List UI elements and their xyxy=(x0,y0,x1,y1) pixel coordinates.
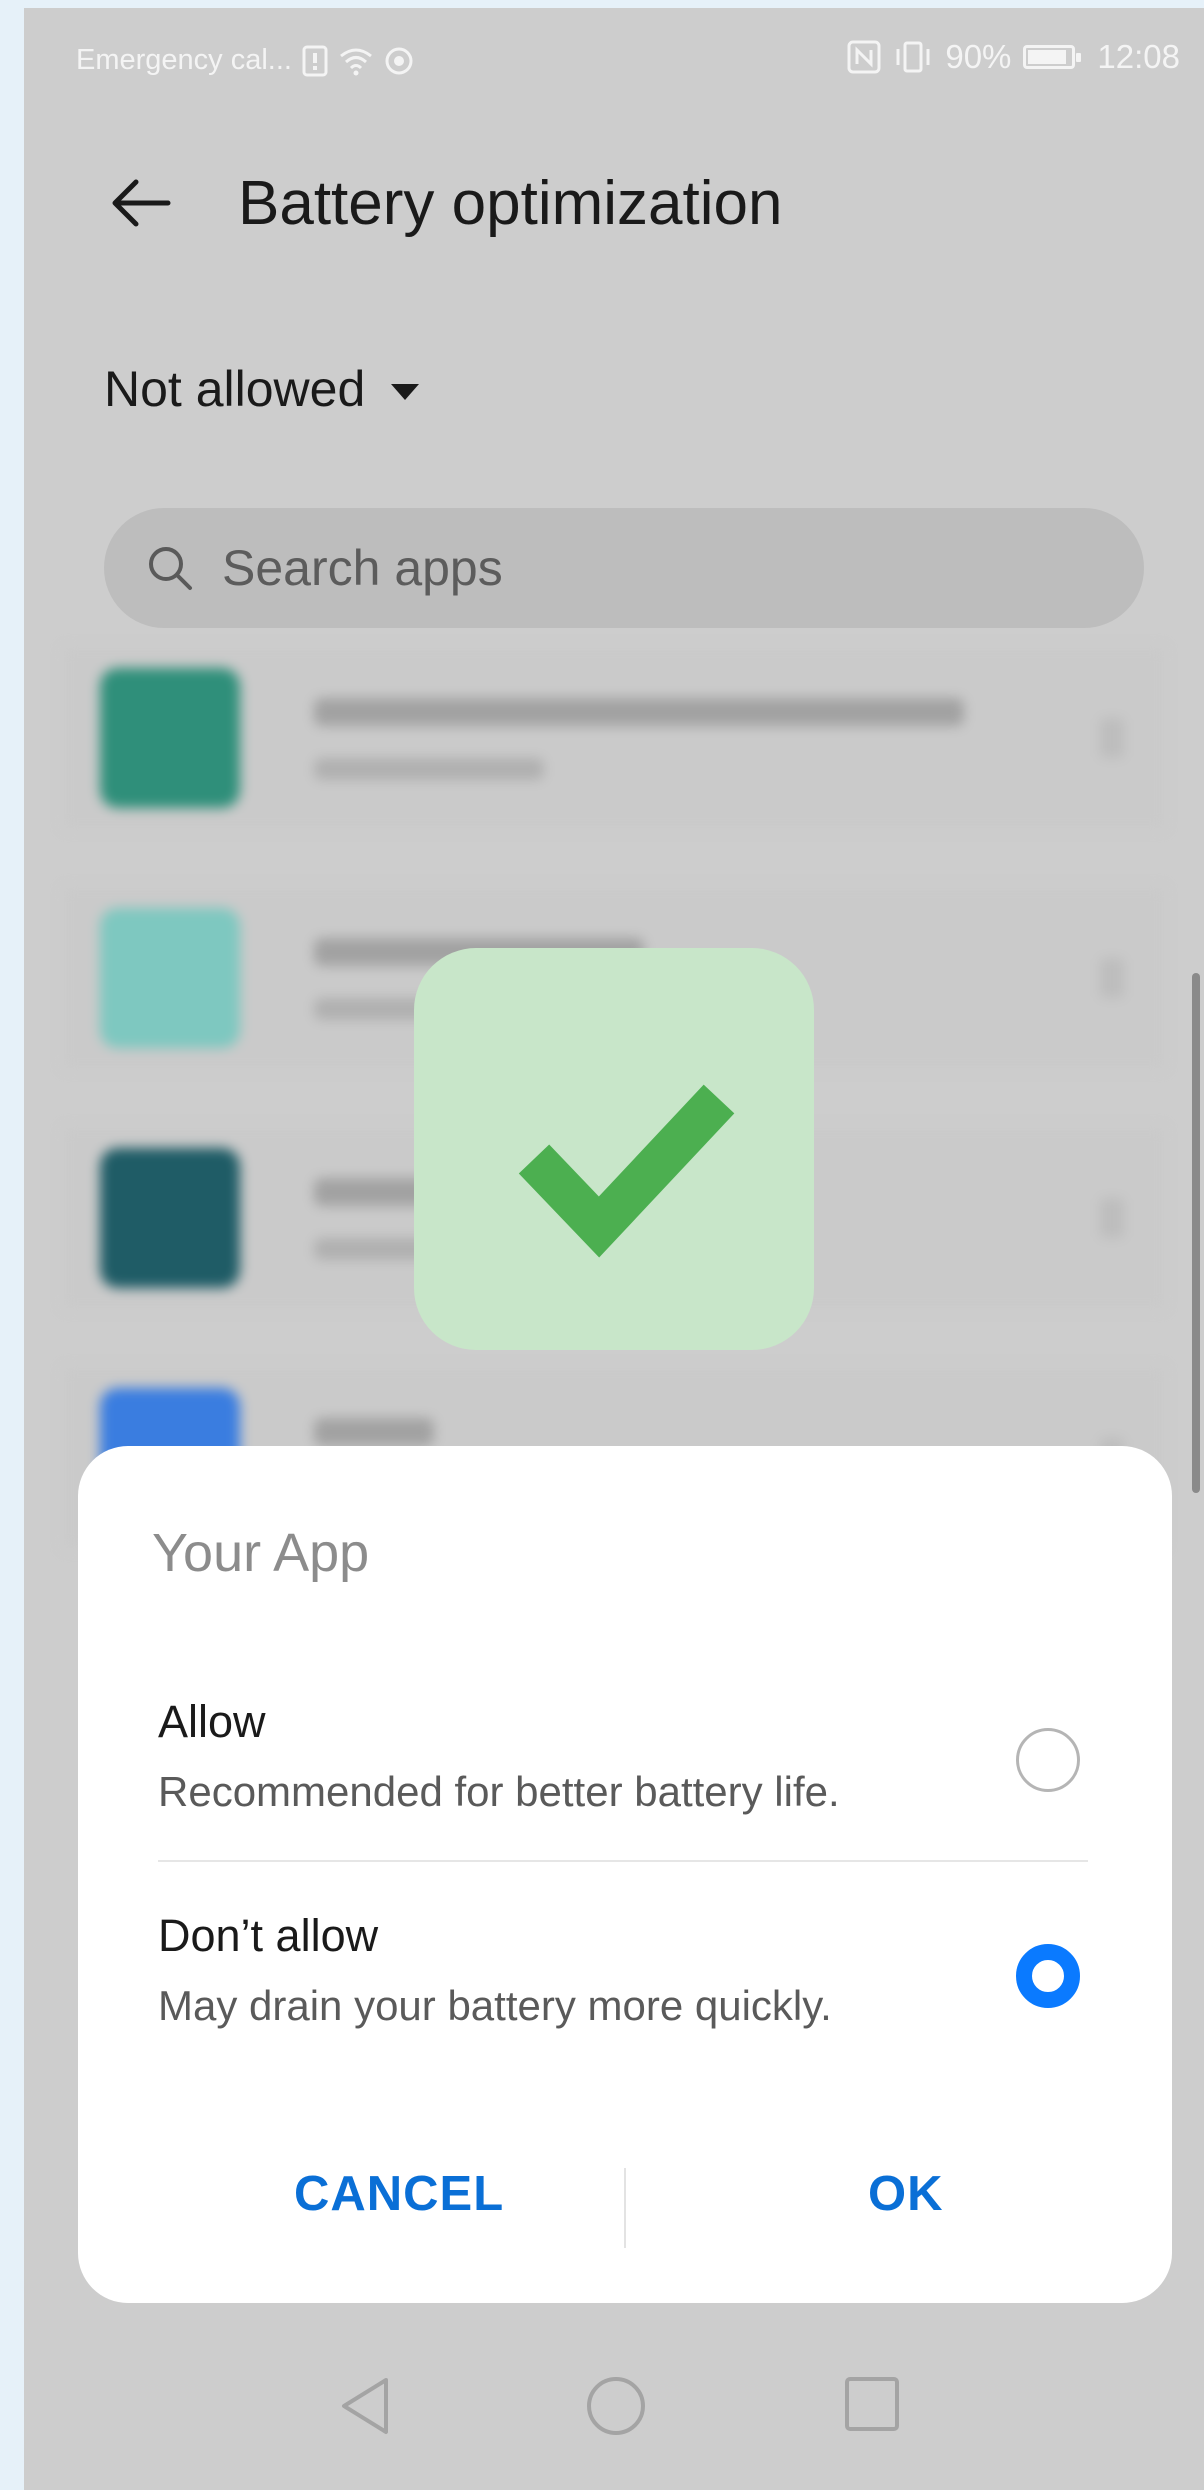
app-status-blur xyxy=(314,758,544,780)
scrollbar[interactable] xyxy=(1192,973,1200,1493)
dialog-title: Your App xyxy=(152,1523,370,1583)
option-description: May drain your battery more quickly. xyxy=(158,1982,832,2029)
nfc-icon xyxy=(847,40,881,74)
status-left: Emergency cal... xyxy=(76,44,414,77)
search-icon xyxy=(144,542,196,594)
app-icon xyxy=(100,1148,240,1288)
list-item[interactable] xyxy=(64,648,1164,828)
nav-home-icon[interactable] xyxy=(584,2374,648,2438)
carrier-text: Emergency cal... xyxy=(76,44,292,76)
chevron-right-icon xyxy=(1100,958,1124,998)
hotspot-icon xyxy=(384,46,414,76)
clock: 12:08 xyxy=(1097,38,1180,75)
option-description: Recommended for better battery life. xyxy=(158,1768,840,1815)
checkmark-icon xyxy=(518,1084,735,1258)
battery-percent: 90% xyxy=(945,38,1012,75)
phone-screen: Emergency cal... 90% 12:08 Battery optim… xyxy=(24,8,1204,2490)
status-right: 90% 12:08 xyxy=(847,38,1180,76)
vibrate-icon xyxy=(893,40,933,74)
filter-dropdown[interactable]: Not allowed xyxy=(104,360,420,418)
radio-allow[interactable] xyxy=(1016,1728,1080,1792)
filter-label: Not allowed xyxy=(104,361,366,417)
navigation-bar xyxy=(24,2338,1204,2490)
battery-level-fill xyxy=(1028,50,1067,64)
check-badge xyxy=(414,948,814,1350)
app-name-blur xyxy=(314,1418,434,1446)
search-bar[interactable] xyxy=(104,508,1144,628)
chevron-right-icon xyxy=(1100,1198,1124,1238)
search-input[interactable] xyxy=(220,538,1024,598)
button-divider xyxy=(624,2168,626,2248)
radio-dont-allow[interactable] xyxy=(1016,1944,1080,2008)
cancel-button[interactable]: CANCEL xyxy=(294,2166,504,2222)
nav-recents-icon[interactable] xyxy=(842,2374,902,2434)
app-icon xyxy=(100,668,240,808)
nav-back-icon[interactable] xyxy=(336,2374,396,2438)
divider xyxy=(158,1860,1088,1862)
app-name-blur xyxy=(314,698,964,726)
option-label: Allow xyxy=(158,1696,266,1747)
option-label: Don’t allow xyxy=(158,1910,379,1961)
status-bar: Emergency cal... 90% 12:08 xyxy=(24,8,1204,104)
back-arrow-icon[interactable] xyxy=(106,168,176,238)
page-title: Battery optimization xyxy=(238,169,783,238)
ok-button[interactable]: OK xyxy=(868,2166,944,2222)
battery-dialog: Your App Allow Recommended for better ba… xyxy=(78,1446,1172,2303)
app-icon xyxy=(100,908,240,1048)
sim-alert-icon xyxy=(302,45,328,77)
wifi-icon xyxy=(338,46,374,76)
caret-down-icon xyxy=(391,384,420,400)
chevron-right-icon xyxy=(1100,718,1124,758)
battery-icon xyxy=(1023,45,1082,69)
